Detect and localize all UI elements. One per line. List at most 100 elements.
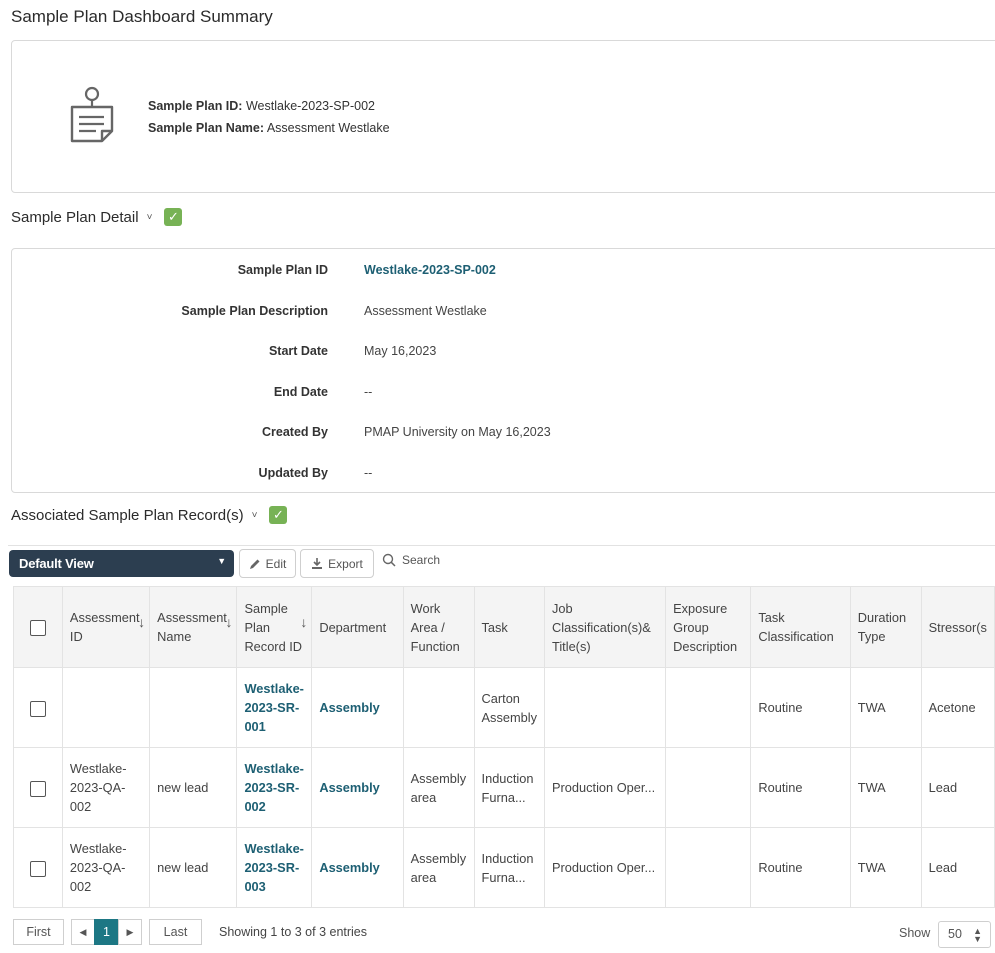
- column-header[interactable]: Assessment ID ↓: [61, 586, 151, 668]
- row-checkbox[interactable]: [29, 780, 46, 797]
- assessment-name-cell: new lead: [149, 747, 238, 828]
- caret-right-icon: ▶: [126, 926, 134, 937]
- job-class-cell: Production Oper...: [543, 747, 667, 828]
- page-size-select[interactable]: 50 ▲ ▼: [938, 921, 991, 948]
- search-box[interactable]: Search: [382, 553, 440, 567]
- column-header[interactable]: Task Classification: [750, 586, 851, 668]
- chevron-down-icon[interactable]: ˅: [252, 510, 258, 521]
- table-row[interactable]: Westlake-2023-SR-001 Assembly Carton Ass…: [13, 667, 995, 748]
- column-header[interactable]: Department: [311, 586, 404, 668]
- duration-cell: TWA: [849, 747, 922, 828]
- chevron-down-icon[interactable]: ˅: [147, 212, 153, 223]
- task-cell: Induction Furna...: [473, 827, 545, 908]
- row-select-cell[interactable]: [13, 827, 63, 908]
- column-header[interactable]: Sample Plan Record ID ↓: [236, 586, 313, 668]
- detail-heading: Sample Plan Detail: [11, 208, 139, 226]
- column-header[interactable]: Assessment Name ↓: [149, 586, 238, 668]
- row-select-cell[interactable]: [13, 747, 63, 828]
- exposure-group-cell: [665, 667, 752, 748]
- detail-label: Created By: [262, 425, 328, 439]
- stressor-cell: Acetone: [920, 667, 995, 748]
- department-link[interactable]: Assembly: [311, 667, 404, 748]
- duration-cell: TWA: [849, 827, 922, 908]
- record-id-link[interactable]: Westlake-2023-SR-002: [236, 747, 313, 828]
- page-1-button[interactable]: 1: [94, 919, 119, 945]
- entries-info: Showing 1 to 3 of 3 entries: [219, 925, 368, 939]
- assessment-name-cell: new lead: [149, 827, 238, 908]
- search-label: Search: [402, 553, 441, 567]
- page-title: Sample Plan Dashboard Summary: [11, 7, 273, 26]
- summary-name-value: Assessment Westlake: [266, 121, 390, 135]
- records-heading: Associated Sample Plan Record(s): [11, 506, 244, 524]
- table-row[interactable]: Westlake-2023-QA-002 new lead Westlake-2…: [13, 747, 995, 828]
- last-page-button[interactable]: Last: [149, 919, 202, 945]
- column-header[interactable]: Exposure Group Description: [665, 586, 752, 668]
- column-header[interactable]: Duration Type: [849, 586, 922, 668]
- task-cell: Induction Furna...: [473, 747, 545, 828]
- row-checkbox[interactable]: [29, 700, 46, 717]
- next-page-button[interactable]: ▶: [118, 919, 142, 945]
- exposure-group-cell: [665, 747, 752, 828]
- prev-page-button[interactable]: ◀: [71, 919, 95, 945]
- exposure-group-cell: [665, 827, 752, 908]
- work-area-cell: Assembly area: [402, 747, 475, 828]
- work-area-cell: Assembly area: [402, 827, 475, 908]
- export-label: Export: [328, 556, 363, 571]
- first-page-button[interactable]: First: [13, 919, 64, 945]
- table-header-row: Assessment ID ↓ Assessment Name ↓ Sample P…: [13, 586, 995, 668]
- assessment-id-cell: Westlake-2023-QA-002: [61, 747, 151, 828]
- row-checkbox[interactable]: [29, 860, 46, 877]
- column-header[interactable]: Task: [473, 586, 545, 668]
- detail-label: Sample Plan Description: [181, 304, 328, 318]
- show-label: Show: [899, 926, 931, 940]
- detail-value: Assessment Westlake: [364, 304, 487, 318]
- summary-name-label: Sample Plan Name:: [148, 121, 265, 135]
- page-size-value: 50: [948, 927, 962, 941]
- sort-arrow-icon[interactable]: ↓: [138, 613, 145, 632]
- sort-arrow-icon[interactable]: ↓: [225, 613, 232, 632]
- detail-value: --: [364, 385, 373, 399]
- download-icon: [312, 558, 323, 569]
- summary-card: Sample Plan ID: Westlake-2023-SP-002 Sam…: [11, 40, 995, 193]
- detail-section-header[interactable]: Sample Plan Detail ˅ ✓: [11, 208, 183, 226]
- table-row[interactable]: Westlake-2023-QA-002 new lead Westlake-2…: [13, 827, 995, 908]
- department-link[interactable]: Assembly: [311, 747, 404, 828]
- column-header[interactable]: Work Area / Function: [402, 586, 475, 668]
- column-header[interactable]: Stressor(s: [920, 586, 995, 668]
- record-id-link[interactable]: Westlake-2023-SR-003: [236, 827, 313, 908]
- export-button[interactable]: Export: [300, 549, 374, 578]
- view-select-label: Default View: [19, 556, 94, 571]
- sample-plan-id-link[interactable]: Westlake-2023-SP-002: [364, 263, 496, 277]
- record-id-link[interactable]: Westlake-2023-SR-001: [236, 667, 313, 748]
- duration-cell: TWA: [849, 667, 922, 748]
- edit-button[interactable]: Edit: [239, 549, 296, 578]
- task-class-cell: Routine: [750, 827, 851, 908]
- row-select-cell[interactable]: [13, 667, 63, 748]
- assessment-id-cell: [61, 667, 151, 748]
- view-select[interactable]: Default View ▼: [9, 550, 234, 577]
- assessment-id-cell: Westlake-2023-QA-002: [61, 827, 151, 908]
- summary-id-value: Westlake-2023-SP-002: [245, 99, 375, 113]
- select-all-cell[interactable]: [13, 586, 63, 668]
- detail-label: Sample Plan ID: [237, 263, 328, 277]
- column-header[interactable]: Job Classification(s)& Title(s): [543, 586, 667, 668]
- work-area-cell: [402, 667, 475, 748]
- search-icon: [382, 553, 396, 567]
- department-link[interactable]: Assembly: [311, 827, 404, 908]
- check-icon: ✓: [164, 208, 183, 226]
- records-table: Assessment ID ↓ Assessment Name ↓ Sample P…: [13, 586, 995, 908]
- select-all-checkbox[interactable]: [29, 620, 46, 637]
- chevron-down-icon: ▼: [217, 556, 226, 566]
- sort-arrow-icon[interactable]: ↓: [300, 613, 307, 632]
- detail-label: End Date: [273, 385, 328, 399]
- detail-value: May 16,2023: [364, 344, 437, 358]
- up-down-icon: ▲ ▼: [973, 926, 982, 944]
- assessment-name-cell: [149, 667, 238, 748]
- pencil-icon: [249, 559, 260, 569]
- summary-name: Sample Plan Name: Assessment Westlake: [148, 121, 390, 135]
- task-class-cell: Routine: [750, 747, 851, 828]
- records-section-header[interactable]: Associated Sample Plan Record(s) ˅ ✓: [11, 506, 288, 524]
- edit-label: Edit: [265, 556, 287, 571]
- stressor-cell: Lead: [920, 747, 995, 828]
- task-cell: Carton Assembly: [473, 667, 545, 748]
